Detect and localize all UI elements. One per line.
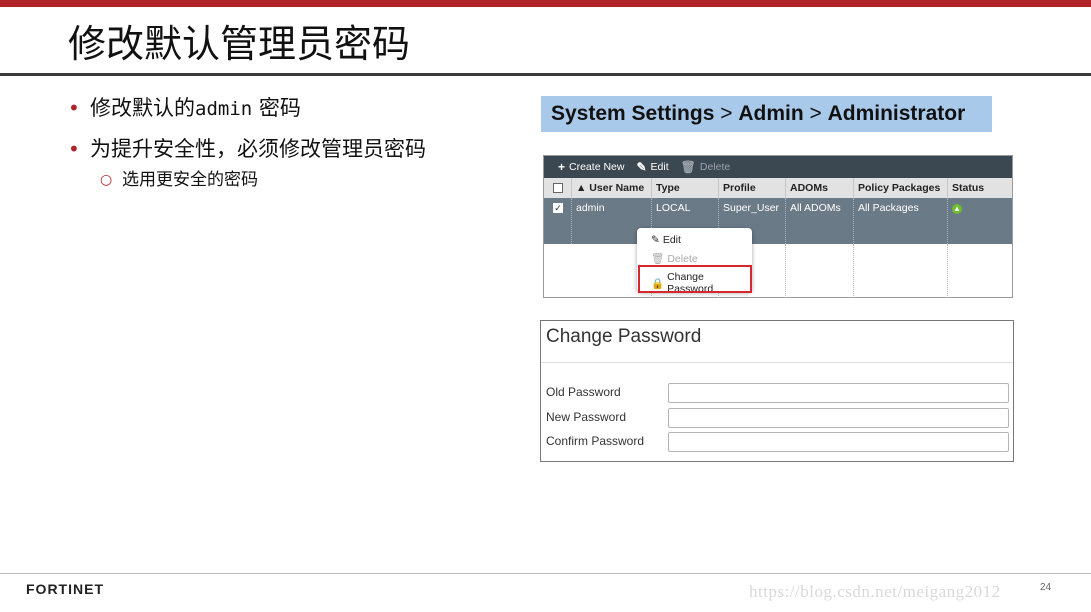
- table-empty-area: [544, 244, 1012, 298]
- edit-button[interactable]: ✎ Edit: [636, 160, 668, 174]
- new-password-label: New Password: [546, 410, 627, 424]
- bullet-1-suffix: 密码: [252, 96, 301, 120]
- column-header-user-name[interactable]: ▲ User Name: [571, 178, 651, 198]
- trash-icon: 🗑: [651, 253, 665, 265]
- logo-text: FORTINET: [26, 581, 104, 597]
- page-number: 24: [1040, 582, 1052, 593]
- context-menu-delete[interactable]: 🗑 Delete: [651, 252, 698, 266]
- sub-bullet-item: ○ 选用更安全的密码: [68, 169, 528, 191]
- breadcrumb-administrator: Administrator: [827, 102, 966, 125]
- bullet-item-2: • 为提升安全性，必须修改管理员密码: [68, 133, 528, 165]
- old-password-label: Old Password: [546, 385, 621, 399]
- column-header-status[interactable]: Status: [947, 178, 1012, 198]
- breadcrumb: System Settings > Admin > Administrator: [541, 96, 992, 132]
- column-header-policy-packages[interactable]: Policy Packages: [853, 178, 947, 198]
- breadcrumb-system-settings: System Settings: [551, 102, 715, 125]
- column-header-profile[interactable]: Profile: [718, 178, 785, 198]
- edit-icon: ✎: [636, 160, 647, 174]
- breadcrumb-separator: >: [803, 102, 828, 125]
- table-header: ▲ User Name Type Profile ADOMs Policy Pa…: [544, 178, 1012, 198]
- bullet-1-prefix: 修改默认的: [90, 96, 195, 120]
- sub-bullet-circle-icon: ○: [100, 172, 113, 188]
- table-row[interactable]: ✓ admin LOCAL Super_User All ADOMs All P…: [544, 198, 1012, 244]
- create-new-button[interactable]: + Create New: [558, 160, 624, 174]
- admin-toolbar: + Create New ✎ Edit 🗑 Delete: [544, 156, 1012, 178]
- row-select-cell: ✓: [544, 198, 571, 244]
- select-all-cell: [544, 178, 571, 198]
- cell-adoms: All ADOMs: [785, 198, 853, 244]
- column-divider: [853, 244, 854, 298]
- sub-bullet-text: 选用更安全的密码: [122, 170, 258, 190]
- change-password-dialog: Change Password Old Password New Passwor…: [540, 320, 1014, 462]
- column-divider: [785, 244, 786, 298]
- bullet-dot-icon: •: [68, 137, 80, 161]
- dialog-title: Change Password: [546, 326, 702, 347]
- edit-label: Edit: [650, 161, 669, 173]
- cell-status: ▲: [947, 198, 1012, 244]
- select-all-checkbox[interactable]: [553, 183, 563, 193]
- status-up-icon: ▲: [952, 204, 962, 214]
- plus-icon: +: [558, 160, 566, 174]
- context-delete-label: Delete: [667, 252, 698, 265]
- edit-icon: ✎: [651, 234, 660, 246]
- column-header-type[interactable]: Type: [651, 178, 718, 198]
- bullet-dot-icon: •: [68, 96, 80, 120]
- fortinet-logo: FORTINET: [26, 581, 104, 597]
- administrator-list-panel: + Create New ✎ Edit 🗑 Delete ▲ User Name Ty…: [543, 155, 1013, 298]
- create-new-label: Create New: [569, 161, 625, 173]
- context-edit-label: Edit: [662, 234, 681, 246]
- breadcrumb-admin: Admin: [738, 102, 804, 125]
- old-password-field[interactable]: [668, 383, 1009, 403]
- watermark-url: https://blog.csdn.net/meigang2012: [749, 582, 1001, 601]
- column-divider: [947, 244, 948, 298]
- context-menu-edit[interactable]: ✎ Edit: [651, 234, 681, 246]
- bullet-list: • 修改默认的admin 密码 • 为提升安全性，必须修改管理员密码 ○ 选用更安全的…: [68, 92, 528, 191]
- dialog-divider: [541, 362, 1013, 363]
- row-checkbox[interactable]: ✓: [553, 203, 563, 213]
- delete-label: Delete: [699, 161, 731, 173]
- top-accent-bar: [0, 0, 1091, 7]
- change-password-highlight-box: [638, 265, 752, 293]
- delete-button[interactable]: 🗑 Delete: [681, 160, 731, 174]
- footer-divider: [0, 573, 1091, 574]
- confirm-password-field[interactable]: [668, 432, 1009, 452]
- trash-icon: 🗑: [680, 160, 696, 174]
- slide-title: 修改默认管理员密码: [68, 22, 411, 66]
- column-header-adoms[interactable]: ADOMs: [785, 178, 853, 198]
- confirm-password-label: Confirm Password: [546, 434, 645, 448]
- cell-policy-packages: All Packages: [853, 198, 947, 244]
- bullet-1-code: admin: [195, 98, 253, 120]
- bullet-item-1: • 修改默认的admin 密码: [68, 92, 528, 125]
- bullet-2-text: 为提升安全性，必须修改管理员密码: [90, 137, 426, 161]
- title-divider: [0, 73, 1091, 76]
- new-password-field[interactable]: [668, 408, 1009, 428]
- breadcrumb-separator: >: [714, 102, 739, 125]
